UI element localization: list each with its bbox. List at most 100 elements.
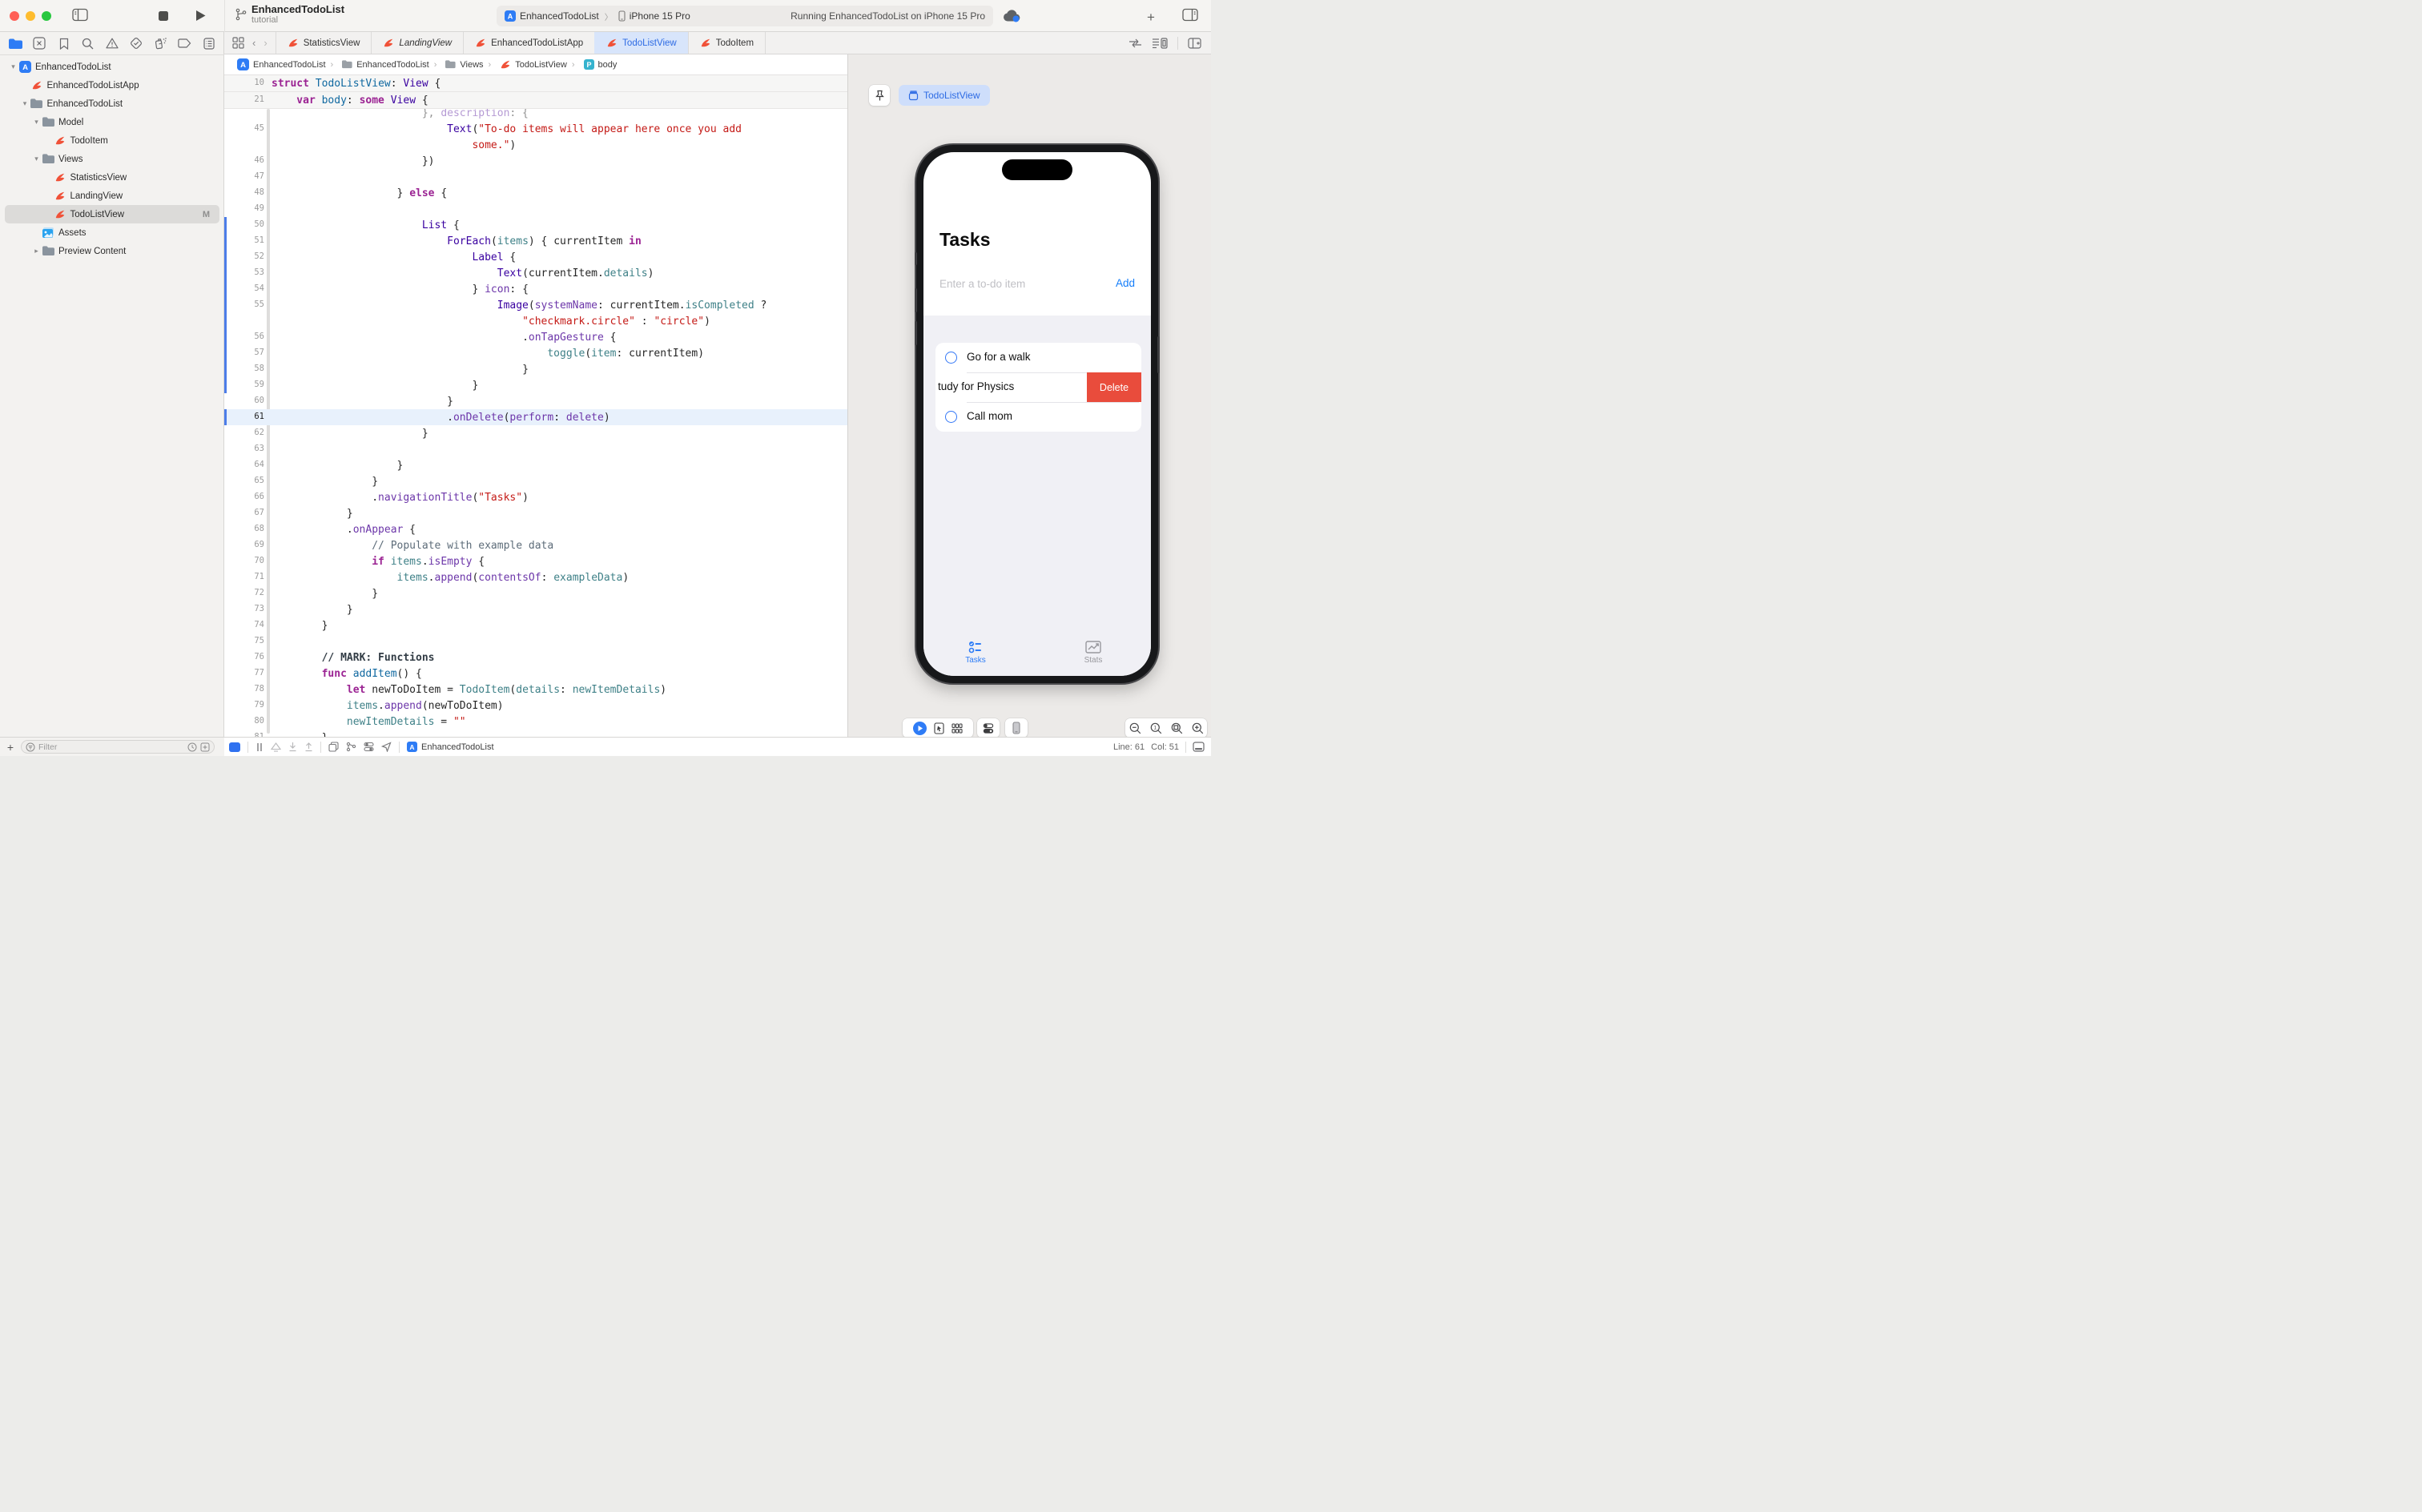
code-line-69[interactable]: 69// Populate with example data <box>224 537 847 553</box>
tab-todoitem[interactable]: TodoItem <box>688 32 766 54</box>
code-line-68[interactable]: 68.onAppear { <box>224 521 847 537</box>
variants-button[interactable] <box>952 723 963 734</box>
sidebar-item-todolistview[interactable]: TodoListViewM <box>5 205 219 223</box>
tab-landingview[interactable]: LandingView <box>371 32 463 54</box>
code-line-61[interactable]: 61.onDelete(perform: delete) <box>224 409 847 425</box>
selectable-preview-button[interactable] <box>934 722 944 734</box>
copies-icon[interactable] <box>328 742 339 752</box>
code-line-wrap[interactable]: "checkmark.circle" : "circle") <box>224 313 847 329</box>
add-tab-button[interactable]: + <box>1147 10 1155 26</box>
code-line-49[interactable]: 49 <box>224 201 847 217</box>
code-line-47[interactable]: 47 <box>224 169 847 185</box>
breadcrumb-item-enhancedtodolist[interactable]: EnhancedTodoList <box>326 60 429 70</box>
step-up-icon[interactable] <box>304 742 313 752</box>
todo-circle-icon[interactable] <box>945 411 957 423</box>
code-line-50[interactable]: 50List { <box>224 217 847 233</box>
code-line-65[interactable]: 65} <box>224 473 847 489</box>
sidebar-item-enhancedtodolistapp[interactable]: EnhancedTodoListApp <box>0 76 224 94</box>
toggle-navigator-icon[interactable] <box>72 8 88 22</box>
sidebar-item-model[interactable]: ▾Model <box>0 113 224 131</box>
todo-row-call-mom[interactable]: Call mom <box>935 402 1141 432</box>
code-line-59[interactable]: 59} <box>224 377 847 393</box>
add-editor-icon[interactable] <box>1188 38 1201 49</box>
sidebar-item-enhancedtodolist[interactable]: ▾AEnhancedTodoList <box>0 58 224 76</box>
editor-options-icon[interactable] <box>1152 38 1168 49</box>
minimize-window-button[interactable] <box>26 11 35 21</box>
breakpoints-navigator-icon[interactable] <box>176 35 194 51</box>
source-control-navigator-icon[interactable] <box>30 35 48 51</box>
sidebar-item-views[interactable]: ▾Views <box>0 150 224 168</box>
code-line-wrap[interactable]: some.") <box>224 137 847 153</box>
code-line-53[interactable]: 53Text(currentItem.details) <box>224 265 847 281</box>
disclosure-chevron-icon[interactable]: ▾ <box>31 118 42 127</box>
zoom-100-icon[interactable]: 1 <box>1150 722 1162 734</box>
device-settings-button[interactable] <box>977 718 1000 738</box>
issues-navigator-icon[interactable] <box>103 35 121 51</box>
code-line-72[interactable]: 72} <box>224 585 847 601</box>
preview-device-button[interactable] <box>1005 718 1028 738</box>
sidebar-item-statisticsview[interactable]: StatisticsView <box>0 168 224 187</box>
code-line-79[interactable]: 79items.append(newToDoItem) <box>224 698 847 714</box>
tab-enhancedtodolistapp[interactable]: EnhancedTodoListApp <box>463 32 594 54</box>
disclosure-chevron-icon[interactable]: ▾ <box>20 99 30 108</box>
code-line-64[interactable]: 64} <box>224 457 847 473</box>
code-line-81[interactable]: 81} <box>224 730 847 737</box>
zoom-out-icon[interactable] <box>1129 722 1141 734</box>
add-button[interactable]: Add <box>1116 277 1135 289</box>
step-down-icon[interactable] <box>288 742 297 752</box>
sidebar-item-todoitem[interactable]: TodoItem <box>0 131 224 150</box>
scheme-selector[interactable]: A EnhancedTodoList 〉 iPhone 15 Pro Runni… <box>497 6 993 26</box>
code-line-58[interactable]: 58} <box>224 361 847 377</box>
breadcrumb-item-enhancedtodolist[interactable]: AEnhancedTodoList <box>237 58 326 70</box>
stop-button[interactable] <box>159 11 168 21</box>
code-line-80[interactable]: 80newItemDetails = "" <box>224 714 847 730</box>
tab-statisticsview[interactable]: StatisticsView <box>276 32 372 54</box>
preview-target-pill[interactable]: TodoListView <box>899 85 990 106</box>
tests-navigator-icon[interactable] <box>127 35 145 51</box>
breadcrumb-item-views[interactable]: Views <box>429 60 484 70</box>
code-line-73[interactable]: 73} <box>224 601 847 617</box>
branch-compare-icon[interactable] <box>346 742 356 752</box>
todo-row-go-for-a-walk[interactable]: Go for a walk <box>935 343 1141 372</box>
adjust-toggles-icon[interactable] <box>364 742 374 752</box>
tab-todolistview[interactable]: TodoListView <box>594 32 688 54</box>
code-line-45[interactable]: 45Text("To-do items will appear here onc… <box>224 121 847 137</box>
go-forward-icon[interactable]: › <box>264 37 267 49</box>
sticky-header-line-10[interactable]: 10struct TodoListView: View { <box>224 75 847 92</box>
tab-tasks[interactable]: Tasks <box>939 641 1012 665</box>
add-file-button[interactable]: + <box>0 741 21 754</box>
editor-layout-icon[interactable] <box>1193 742 1205 752</box>
code-line-51[interactable]: 51ForEach(items) { currentItem in <box>224 233 847 249</box>
code-line-60[interactable]: 60} <box>224 393 847 409</box>
project-navigator-icon[interactable] <box>6 35 24 51</box>
zoom-window-button[interactable] <box>42 11 51 21</box>
code-line-54[interactable]: 54} icon: { <box>224 281 847 297</box>
zoom-in-icon[interactable] <box>1192 722 1204 734</box>
sidebar-item-preview-content[interactable]: ▸Preview Content <box>0 242 224 260</box>
reports-navigator-icon[interactable] <box>200 35 218 51</box>
tab-stats[interactable]: Stats <box>1057 641 1129 665</box>
disclosure-chevron-icon[interactable]: ▸ <box>31 247 42 255</box>
code-line-55[interactable]: 55Image(systemName: currentItem.isComple… <box>224 297 847 313</box>
code-line-70[interactable]: 70if items.isEmpty { <box>224 553 847 569</box>
code-line-75[interactable]: 75 <box>224 633 847 649</box>
go-back-icon[interactable]: ‹ <box>252 37 255 49</box>
code-line-71[interactable]: 71items.append(contentsOf: exampleData) <box>224 569 847 585</box>
pause-indicator-icon[interactable] <box>255 742 264 752</box>
code-line-66[interactable]: 66.navigationTitle("Tasks") <box>224 489 847 505</box>
close-window-button[interactable] <box>10 11 19 21</box>
live-preview-button[interactable] <box>913 722 927 735</box>
code-line-77[interactable]: 77func addItem() { <box>224 666 847 682</box>
todo-input-placeholder[interactable]: Enter a to-do item <box>939 278 1025 290</box>
code-line-52[interactable]: 52Label { <box>224 249 847 265</box>
code-line-46[interactable]: 46}) <box>224 153 847 169</box>
recent-files-icon[interactable] <box>187 742 197 752</box>
code-line-57[interactable]: 57toggle(item: currentItem) <box>224 345 847 361</box>
code-line-67[interactable]: 67} <box>224 505 847 521</box>
code-line-48[interactable]: 48} else { <box>224 185 847 201</box>
disclosure-chevron-icon[interactable]: ▾ <box>31 155 42 163</box>
run-button[interactable] <box>195 10 206 22</box>
breadcrumb-item-todolistview[interactable]: TodoListView <box>484 59 567 70</box>
code-line-74[interactable]: 74} <box>224 617 847 633</box>
pin-preview-button[interactable] <box>869 85 890 106</box>
